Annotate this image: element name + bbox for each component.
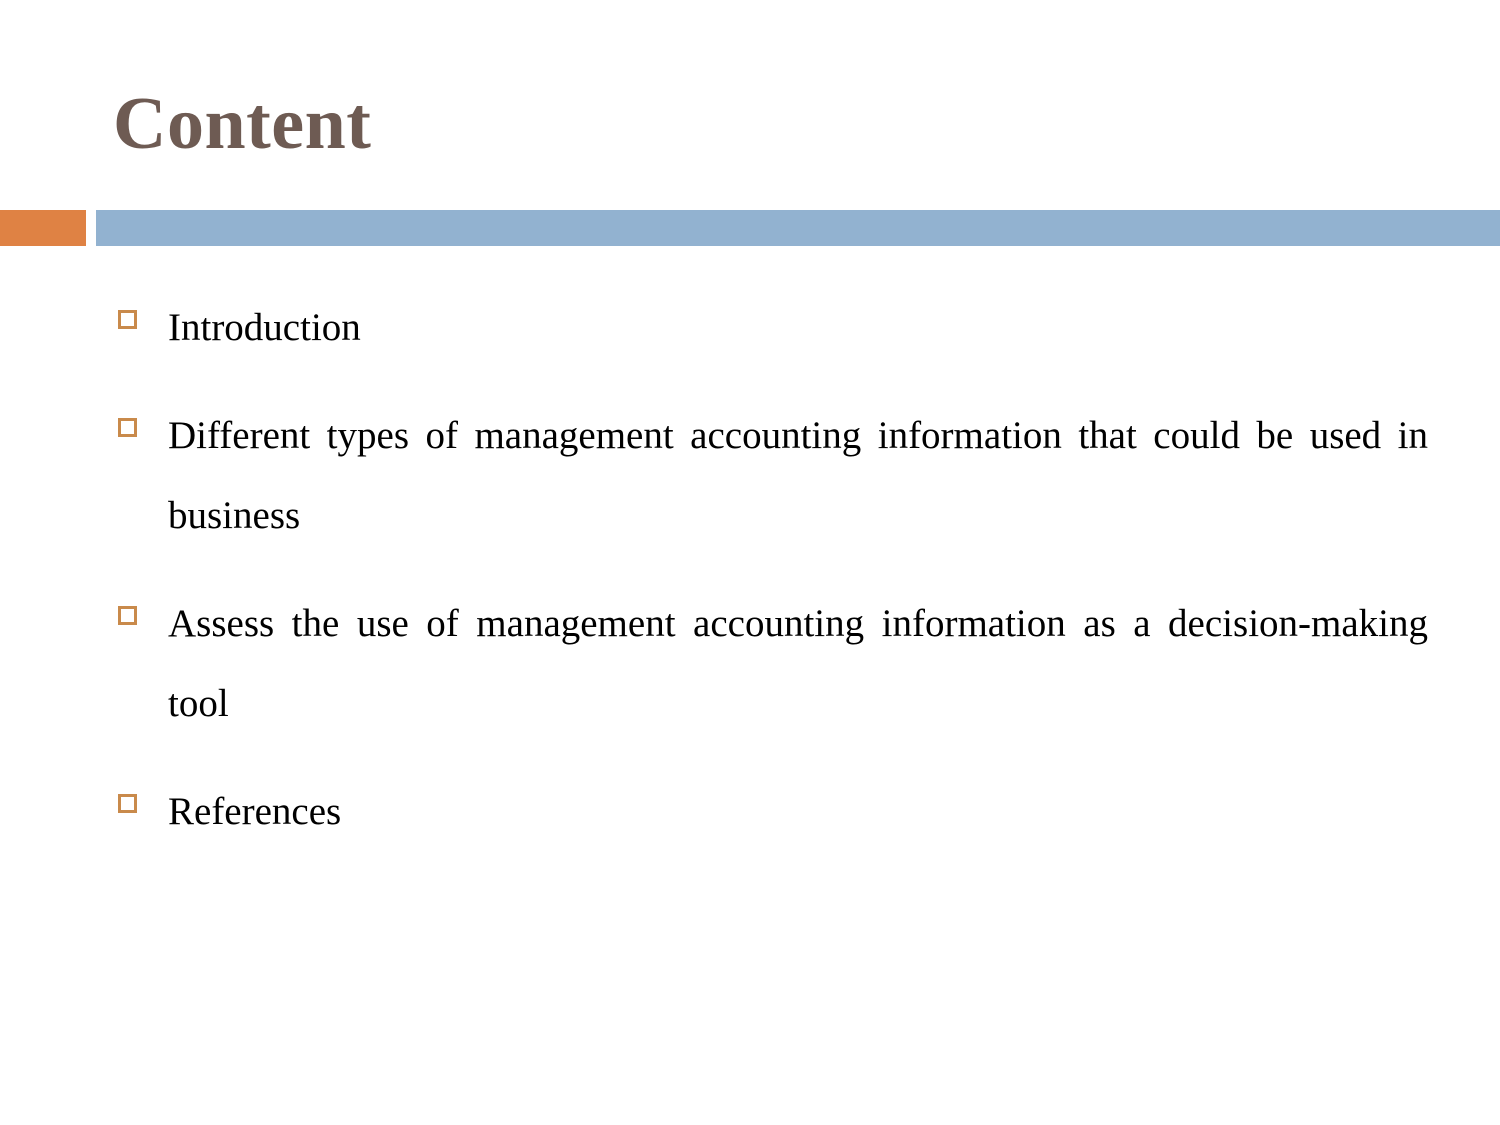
list-item[interactable]: Assess the use of management accounting … — [110, 584, 1430, 744]
list-item-label: References — [168, 790, 342, 833]
title-container: Content — [113, 78, 1413, 178]
presentation-slide: Content Introduction Different types of … — [0, 0, 1500, 1125]
divider-bar — [96, 210, 1500, 246]
page-title: Content — [113, 83, 372, 165]
list-item-label: Introduction — [168, 306, 361, 349]
list-item-label: Different types of management accounting… — [168, 414, 1428, 537]
title-divider — [0, 210, 1500, 246]
hollow-square-bullet-icon — [118, 418, 137, 437]
list-item[interactable]: Different types of management accounting… — [110, 396, 1430, 556]
content-bullet-list: Introduction Different types of manageme… — [110, 288, 1430, 852]
list-item-label: Assess the use of management accounting … — [168, 602, 1428, 725]
accent-bar — [0, 210, 86, 246]
list-item[interactable]: Introduction — [110, 288, 1430, 368]
list-item[interactable]: References — [110, 772, 1430, 852]
hollow-square-bullet-icon — [118, 794, 137, 813]
hollow-square-bullet-icon — [118, 310, 137, 329]
hollow-square-bullet-icon — [118, 606, 137, 625]
